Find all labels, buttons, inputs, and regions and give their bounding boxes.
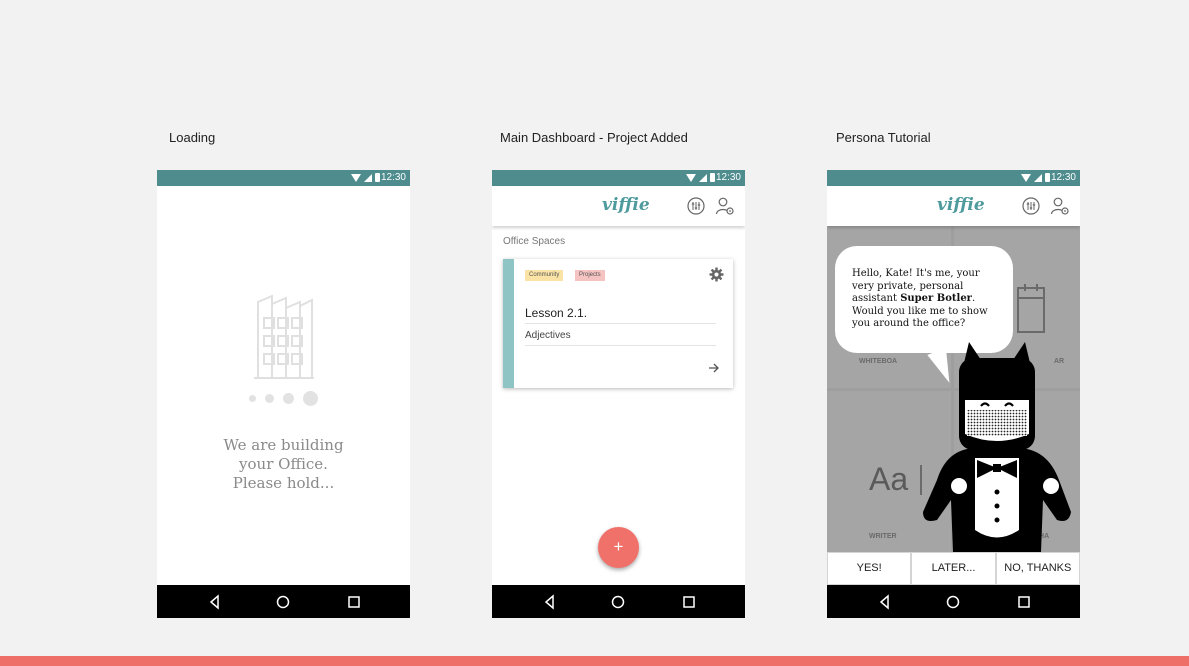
- botler-mascot: [923, 342, 1071, 552]
- loading-dots: [249, 391, 318, 406]
- battery-icon: [375, 173, 380, 182]
- recents-icon[interactable]: [346, 594, 362, 610]
- loading-phone: 12:30 We are building your Office. Pleas…: [157, 170, 410, 618]
- app-bar: viffie: [827, 186, 1080, 226]
- tutorial-phone: 12:30 viffie WHITEBOA AR Aa WRITER Hello…: [827, 170, 1080, 618]
- gear-icon[interactable]: [709, 267, 724, 282]
- user-settings-icon[interactable]: [1050, 196, 1070, 216]
- levels-icon[interactable]: [687, 197, 705, 215]
- levels-icon[interactable]: [1022, 197, 1040, 215]
- status-time: 12:30: [715, 172, 741, 183]
- home-icon[interactable]: [275, 594, 291, 610]
- android-nav-bar: [492, 585, 745, 618]
- tutorial-screen-title: Persona Tutorial: [836, 130, 931, 145]
- card-accent-bar: [503, 259, 514, 388]
- project-card[interactable]: Community Projects Lesson 2.1. Adjective…: [503, 259, 733, 388]
- status-bar: 12:30: [492, 170, 745, 186]
- back-icon[interactable]: [542, 594, 558, 610]
- card-subtitle: Adjectives: [525, 330, 571, 341]
- tutorial-buttons: YES! LATER... NO, THANKS: [827, 552, 1080, 585]
- later-button[interactable]: LATER...: [911, 552, 996, 585]
- tag-community[interactable]: Community: [525, 270, 564, 281]
- no-thanks-button[interactable]: NO, THANKS: [995, 552, 1080, 585]
- speech-text: Hello, Kate! It's me, your very private,…: [852, 268, 1002, 331]
- building-icon: [254, 294, 314, 379]
- status-bar: 12:30: [157, 170, 410, 186]
- loading-message: We are building your Office. Please hold…: [223, 436, 344, 492]
- wifi-icon: [1021, 173, 1031, 182]
- wifi-icon: [351, 173, 361, 182]
- loading-dot: [249, 395, 256, 402]
- recents-icon[interactable]: [1016, 594, 1032, 610]
- dashboard-phone: 12:30 viffie Office Spaces Community Pro…: [492, 170, 745, 618]
- card-title: Lesson 2.1.: [525, 306, 588, 320]
- loading-dot: [283, 393, 294, 404]
- app-bar: viffie: [492, 186, 745, 226]
- home-icon[interactable]: [945, 594, 961, 610]
- tag-projects[interactable]: Projects: [575, 270, 605, 281]
- android-nav-bar: [827, 585, 1080, 618]
- arrow-right-icon[interactable]: [708, 363, 720, 373]
- loading-dot: [303, 391, 318, 406]
- android-nav-bar: [157, 585, 410, 618]
- status-time: 12:30: [380, 172, 406, 183]
- wifi-icon: [686, 173, 696, 182]
- recents-icon[interactable]: [681, 594, 697, 610]
- signal-icon: [699, 173, 707, 182]
- loading-dot: [265, 394, 274, 403]
- signal-icon: [364, 173, 372, 182]
- loading-screen-title: Loading: [169, 130, 216, 145]
- divider: [525, 345, 716, 346]
- dashboard-screen-title: Main Dashboard - Project Added: [500, 130, 688, 145]
- add-project-button[interactable]: +: [598, 527, 639, 568]
- user-settings-icon[interactable]: [715, 196, 735, 216]
- writer-glyph: Aa: [869, 461, 909, 497]
- back-icon[interactable]: [877, 594, 893, 610]
- speech-bubble: Hello, Kate! It's me, your very private,…: [835, 246, 1013, 353]
- whiteboard-tile-label: WHITEBOA: [859, 358, 898, 365]
- assistant-name: Super Botler: [900, 293, 972, 304]
- office-spaces-label: Office Spaces: [503, 236, 566, 247]
- calendar-icon: [1017, 284, 1045, 333]
- signal-icon: [1034, 173, 1042, 182]
- writer-tile-label: WRITER: [869, 533, 897, 540]
- footer-accent-bar: [0, 656, 1189, 666]
- battery-icon: [1045, 173, 1050, 182]
- home-icon[interactable]: [610, 594, 626, 610]
- status-bar: 12:30: [827, 170, 1080, 186]
- viffie-logo: viffie: [602, 195, 650, 215]
- back-icon[interactable]: [207, 594, 223, 610]
- status-time: 12:30: [1050, 172, 1076, 183]
- divider: [525, 323, 716, 324]
- yes-button[interactable]: YES!: [827, 552, 912, 585]
- viffie-logo: viffie: [937, 195, 985, 215]
- battery-icon: [710, 173, 715, 182]
